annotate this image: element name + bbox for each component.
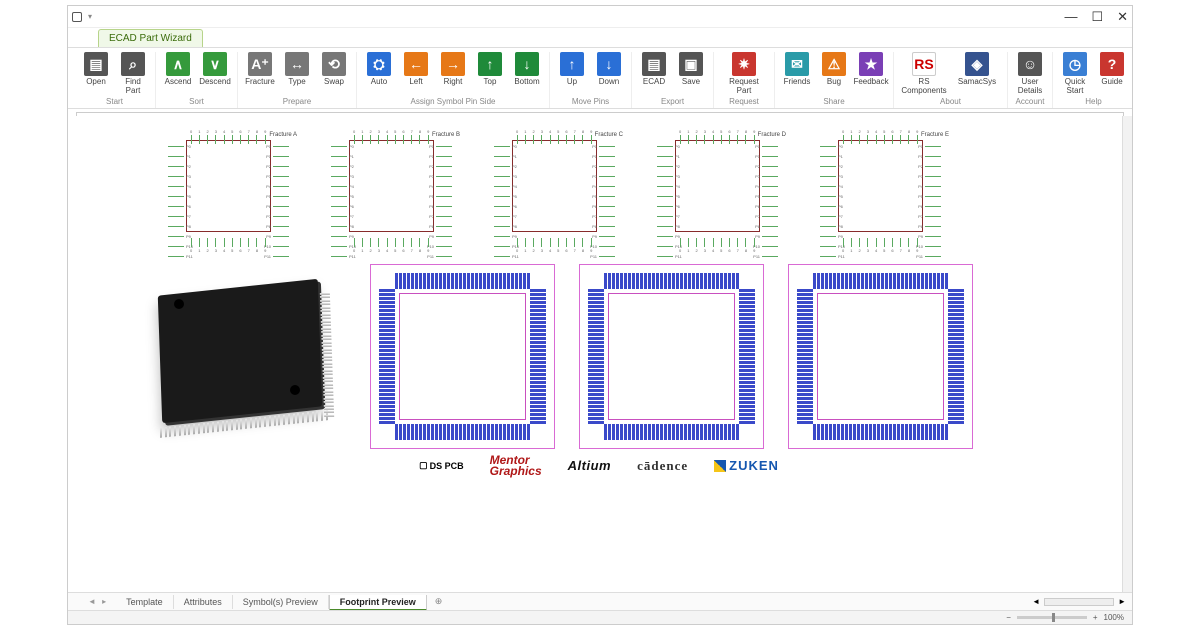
find-part-icon: ⌕	[121, 52, 145, 76]
swap-button[interactable]: ⟲Swap	[317, 52, 351, 96]
right-button[interactable]: →Right	[436, 52, 470, 96]
right-icon: →	[441, 52, 465, 76]
bug-icon: ⚠	[822, 52, 846, 76]
add-sheet-button[interactable]: ⊕	[427, 594, 451, 609]
ribbon: ▤Open⌕FindPartStart∧Ascend∨DescendSortA⁺…	[68, 48, 1132, 109]
fracture-icon: A⁺	[248, 52, 272, 76]
save-icon: ▣	[679, 52, 703, 76]
sheet-tab[interactable]: Template	[116, 595, 174, 609]
auto-button[interactable]: ⛭Auto	[362, 52, 396, 96]
top-icon: ↑	[478, 52, 502, 76]
friends-button[interactable]: ✉Friends	[780, 52, 814, 96]
left-icon: ←	[404, 52, 428, 76]
tab-ecad-wizard[interactable]: ECAD Part Wizard	[98, 29, 203, 47]
request-button[interactable]: ✷RequestPart	[719, 52, 769, 96]
open-icon: ▤	[84, 52, 108, 76]
vendor-logos: ▢ DS PCB MentorGraphics Altium cādence Z…	[76, 455, 1122, 477]
descend-icon: ∨	[203, 52, 227, 76]
qa-dropdown[interactable]: ▾	[88, 12, 92, 21]
descend-button[interactable]: ∨Descend	[198, 52, 232, 96]
app-icon	[72, 12, 82, 22]
schematic-symbol: Fracture DP0P1P2P3P4P5P6P7P8P9P10P11P0P1…	[645, 126, 790, 256]
up-icon: ↑	[560, 52, 584, 76]
schematic-symbol: Fracture BP0P1P2P3P4P5P6P7P8P9P10P11P0P1…	[319, 126, 464, 256]
minimize-button[interactable]: —	[1064, 9, 1077, 25]
up-button[interactable]: ↑Up	[555, 52, 589, 96]
top-button[interactable]: ↑Top	[473, 52, 507, 96]
friends-icon: ✉	[785, 52, 809, 76]
guide-icon: ?	[1100, 52, 1124, 76]
rs-button[interactable]: RSRSComponents	[899, 52, 949, 96]
ribbon-tabstrip: ECAD Part Wizard	[68, 28, 1132, 48]
bottom-button[interactable]: ↓Bottom	[510, 52, 544, 96]
down-icon: ↓	[597, 52, 621, 76]
schematic-symbol: Fracture EP0P1P2P3P4P5P6P7P8P9P10P11P0P1…	[808, 126, 953, 256]
zoom-level: 100%	[1104, 613, 1124, 622]
maximize-button[interactable]: ☐	[1091, 9, 1103, 25]
left-button[interactable]: ←Left	[399, 52, 433, 96]
footprint-2	[579, 264, 764, 449]
swap-icon: ⟲	[322, 52, 346, 76]
quick-icon: ◷	[1063, 52, 1087, 76]
feedback-icon: ★	[859, 52, 883, 76]
feedback-button[interactable]: ★Feedback	[854, 52, 888, 96]
titlebar: ▾ — ☐ ✕	[68, 6, 1132, 28]
logo-dspcb: ▢ DS PCB	[419, 460, 464, 471]
quick-button[interactable]: ◷QuickStart	[1058, 52, 1092, 96]
component-3d-render	[136, 267, 346, 447]
logo-mentor: MentorGraphics	[490, 455, 542, 477]
schematic-symbol: Fracture AP0P1P2P3P4P5P6P7P8P9P10P11P0P1…	[156, 126, 301, 256]
sheet-tab[interactable]: Symbol(s) Preview	[233, 595, 329, 609]
request-icon: ✷	[732, 52, 756, 76]
auto-icon: ⛭	[367, 52, 391, 76]
status-bar: − + 100%	[68, 610, 1132, 624]
preview-canvas: Fracture AP0P1P2P3P4P5P6P7P8P9P10P11P0P1…	[76, 116, 1122, 592]
guide-button[interactable]: ?Guide	[1095, 52, 1129, 96]
footprint-1	[370, 264, 555, 449]
logo-altium: Altium	[568, 458, 611, 473]
sheet-nav[interactable]: ◄ ▸	[88, 597, 108, 606]
find-part-button[interactable]: ⌕FindPart	[116, 52, 150, 96]
save-button[interactable]: ▣Save	[674, 52, 708, 96]
type-button[interactable]: ↔Type	[280, 52, 314, 96]
bug-button[interactable]: ⚠Bug	[817, 52, 851, 96]
sheet-tab[interactable]: Attributes	[174, 595, 233, 609]
bottom-icon: ↓	[515, 52, 539, 76]
logo-cadence: cādence	[637, 458, 688, 474]
user-icon: ☺	[1018, 52, 1042, 76]
zoom-in-button[interactable]: +	[1093, 613, 1098, 622]
ecad-icon: ▤	[642, 52, 666, 76]
ecad-button[interactable]: ▤ECAD	[637, 52, 671, 96]
samacsys-button[interactable]: ◈SamacSys	[952, 52, 1002, 96]
sheet-tabs: ◄ ▸ TemplateAttributesSymbol(s) PreviewF…	[68, 592, 1132, 610]
vertical-scrollbar[interactable]	[1122, 116, 1132, 592]
zoom-slider[interactable]	[1017, 616, 1087, 619]
user-button[interactable]: ☺UserDetails	[1013, 52, 1047, 96]
ascend-button[interactable]: ∧Ascend	[161, 52, 195, 96]
schematic-symbol: Fracture CP0P1P2P3P4P5P6P7P8P9P10P11P0P1…	[482, 126, 627, 256]
close-button[interactable]: ✕	[1117, 9, 1128, 25]
open-button[interactable]: ▤Open	[79, 52, 113, 96]
down-button[interactable]: ↓Down	[592, 52, 626, 96]
type-icon: ↔	[285, 52, 309, 76]
zoom-out-button[interactable]: −	[1006, 613, 1011, 622]
footprint-3	[788, 264, 973, 449]
horizontal-scrollbar[interactable]: ◄►	[1032, 597, 1126, 606]
logo-zuken: ZUKEN	[714, 458, 779, 473]
ascend-icon: ∧	[166, 52, 190, 76]
samacsys-icon: ◈	[965, 52, 989, 76]
sheet-tab[interactable]: Footprint Preview	[329, 595, 427, 611]
fracture-button[interactable]: A⁺Fracture	[243, 52, 277, 96]
rs-icon: RS	[912, 52, 936, 76]
